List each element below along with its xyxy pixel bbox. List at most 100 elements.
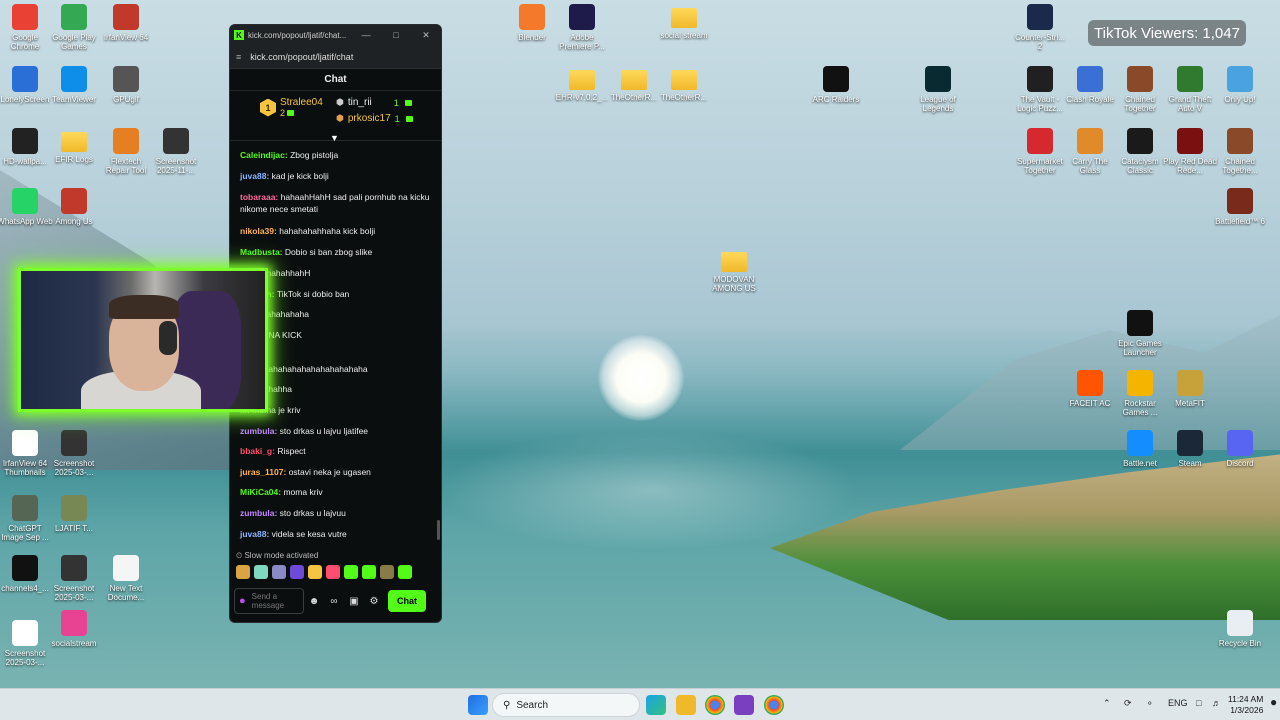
chat-username[interactable]: juras_1107:	[240, 467, 289, 477]
desktop-icon-right[interactable]: Play Red Dead Rede...	[1162, 128, 1218, 175]
share-icon[interactable]: ∞	[324, 596, 344, 607]
mic-icon[interactable]: ●	[239, 595, 246, 607]
network-icon[interactable]: □	[1196, 698, 1201, 708]
maximize-icon[interactable]: □	[381, 30, 411, 40]
chat-message[interactable]: ...: SVI NA KICK	[240, 329, 435, 341]
emote-icon[interactable]	[398, 565, 412, 579]
desktop-icon-middle[interactable]: Adobe Premiere P...	[554, 4, 610, 51]
leader-third[interactable]: ⬢ prkosic17 1	[336, 113, 413, 124]
desktop-icon-left[interactable]: TeamViewer	[46, 66, 102, 104]
desktop-icon-right[interactable]: Grand Theft Auto V	[1162, 66, 1218, 113]
desktop-icon-right[interactable]: MetaFIT	[1162, 370, 1218, 408]
desktop-icon-middle[interactable]: MODOVAN AMONG US	[706, 248, 762, 293]
desktop-icon-right[interactable]: FACEIT AC	[1062, 370, 1118, 408]
chat-message[interactable]: juras_1107: ostavi neka je ugasen	[240, 466, 435, 478]
emote-icon[interactable]	[290, 565, 304, 579]
chat-message[interactable]: ...9:	[240, 349, 435, 361]
emote-picker-icon[interactable]: ☻	[304, 596, 324, 607]
desktop-icon-left[interactable]: GPUgif	[98, 66, 154, 104]
desktop-icon-right[interactable]: The Vault - Logic Puzz...	[1012, 66, 1068, 113]
desktop-icon-right[interactable]: Steam	[1162, 430, 1218, 468]
leader-first[interactable]: 1 Stralee04 2	[260, 97, 323, 118]
desktop-icon-middle[interactable]: League of Legends	[910, 66, 966, 113]
collapse-icon[interactable]: ▼	[330, 133, 339, 143]
emote-icon[interactable]	[380, 565, 394, 579]
chat-message[interactable]: zumbula: sto drkas u lajvuu	[240, 507, 435, 519]
chat-scrollbar[interactable]	[437, 520, 440, 540]
desktop-icon-right[interactable]: Battle.net	[1112, 430, 1168, 468]
leader-second[interactable]: ⬢ tin_rii 1	[336, 97, 412, 108]
desktop-icon-middle[interactable]: EHR-v7.0.2_...	[554, 66, 610, 102]
desktop-icon-middle[interactable]: ARC Raiders	[808, 66, 864, 104]
emote-icon[interactable]	[344, 565, 358, 579]
volume-icon[interactable]: ♬	[1212, 698, 1221, 708]
chat-message[interactable]: ahahahahahahahahahahahahaha	[240, 363, 435, 375]
desktop-icon-left[interactable]: Flextech Repair Tool	[98, 128, 154, 175]
discord-taskbar-icon[interactable]	[734, 695, 754, 715]
chat-message[interactable]: juva88: videla se kesa vutre	[240, 528, 435, 540]
chat-message[interactable]: Madbusta: Dobio si ban zbog slike	[240, 246, 435, 258]
site-settings-icon[interactable]: ≡	[236, 52, 241, 62]
start-icon[interactable]	[468, 695, 488, 715]
chat-message[interactable]: bbaki_g: Rispect	[240, 445, 435, 457]
desktop-icon-right[interactable]: Cataclysm Classic	[1112, 128, 1168, 175]
window-titlebar[interactable]: K kick.com/popout/ljatif/chat... — □ ✕	[230, 25, 441, 45]
chat-input[interactable]: ● Send a message	[234, 588, 304, 614]
emote-icon[interactable]	[254, 565, 268, 579]
chat-username[interactable]: tobaraaa:	[240, 192, 281, 202]
taskbar-search[interactable]: ⚲ Search	[492, 693, 640, 717]
chat-username[interactable]: nikola39:	[240, 226, 279, 236]
chat-username[interactable]: Caleindijac:	[240, 150, 290, 160]
desktop-icon-right[interactable]: Supermarket Together	[1012, 128, 1068, 175]
desktop-icon-left[interactable]: LJATIF T...	[46, 495, 102, 533]
desktop-icon-left[interactable]: EFIR Logs	[46, 128, 102, 164]
desktop-icon-left[interactable]: Screenshot 2025-03-...	[46, 430, 102, 477]
desktop-icon-right[interactable]: Clash Royale	[1062, 66, 1118, 104]
emote-icon[interactable]	[362, 565, 376, 579]
desktop-icon-left[interactable]: New Text Docume...	[98, 555, 154, 602]
emote-icon[interactable]	[308, 565, 322, 579]
desktop-icon-middle[interactable]: TheOtherR...	[606, 66, 662, 102]
desktop-icon-left[interactable]: Screenshot 2025-03-...	[46, 555, 102, 602]
chat-message[interactable]: hahahahahha	[240, 383, 435, 395]
desktop-icon-middle[interactable]: Blender	[504, 4, 560, 42]
close-icon[interactable]: ✕	[411, 30, 441, 41]
chat-message[interactable]: tobaraaa: hahaahHahH sad pali pornhub na…	[240, 191, 435, 215]
chat-message[interactable]: ...107: hahahhahH	[240, 267, 435, 279]
emote-icon[interactable]	[272, 565, 286, 579]
emote-icon[interactable]	[326, 565, 340, 579]
file-explorer-icon[interactable]	[676, 695, 696, 715]
minimize-icon[interactable]: —	[351, 30, 381, 40]
desktop-icon-middle[interactable]: TheOtherR...	[656, 66, 712, 102]
chat-message[interactable]: MiKiCa04: moma kriv	[240, 486, 435, 498]
desktop-icon-right[interactable]: Counter-Stri... 2	[1012, 4, 1068, 51]
desktop-icon-right[interactable]: Carry The Glass	[1062, 128, 1118, 175]
desktop-icon-right[interactable]: Chained Togethe...	[1212, 128, 1268, 175]
address-bar[interactable]: ≡ kick.com/popout/ljatif/chat	[230, 45, 441, 69]
chat-username[interactable]: MiKiCa04:	[240, 487, 283, 497]
chat-username[interactable]: juva88:	[240, 529, 272, 539]
chrome-icon[interactable]	[705, 695, 725, 715]
clock[interactable]: 11:24 AM 1/3/2026	[1228, 694, 1263, 716]
emote-icon[interactable]	[236, 565, 250, 579]
desktop-icon-left[interactable]: socialstream	[46, 610, 102, 648]
chrome-profile-icon[interactable]	[764, 695, 784, 715]
chat-message[interactable]: ...kaneh: TikTok si dobio ban	[240, 288, 435, 300]
url-text[interactable]: kick.com/popout/ljatif/chat	[250, 52, 353, 62]
desktop-icon-right[interactable]: Battlefield™ 6	[1212, 188, 1268, 226]
chat-message[interactable]: zumbula: sto drkas u lajvu ljatifee	[240, 425, 435, 437]
chat-message[interactable]: nikola39: hahahahahhaha kick bolji	[240, 225, 435, 237]
desktop-icon-right[interactable]: Discord	[1212, 430, 1268, 468]
chat-username[interactable]: juva88:	[240, 171, 272, 181]
emote-bar[interactable]	[236, 565, 412, 579]
chat-username[interactable]: zumbula:	[240, 426, 280, 436]
desktop-icon-left[interactable]: Among Us	[46, 188, 102, 226]
gear-icon[interactable]: ⚙	[364, 596, 384, 607]
mic-tray-icon[interactable]: ⚬	[1146, 698, 1154, 709]
desktop-icon-left[interactable]: Screenshot 2025-11-...	[148, 128, 204, 175]
desktop-icon-left[interactable]: IrfanView 64	[98, 4, 154, 42]
language-indicator[interactable]: ENG	[1168, 698, 1188, 708]
desktop-icon-right[interactable]: Epic Games Launcher	[1112, 310, 1168, 357]
desktop-icon-right[interactable]: Only Up!	[1212, 66, 1268, 104]
desktop-icon-left[interactable]: Google Play Games	[46, 4, 102, 51]
